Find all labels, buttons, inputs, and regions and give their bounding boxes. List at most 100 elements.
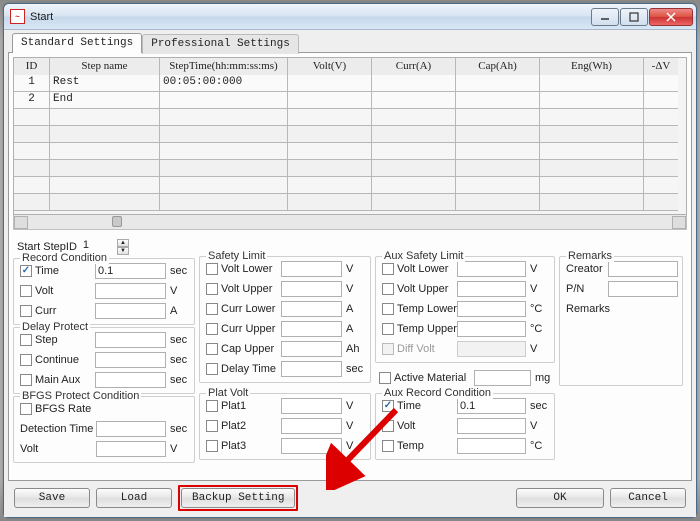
cell-dv[interactable] xyxy=(644,177,678,194)
bfgs-volt-input[interactable] xyxy=(96,441,166,457)
cell-cap[interactable] xyxy=(456,92,540,109)
cell-volt[interactable] xyxy=(288,126,372,143)
cell-time[interactable] xyxy=(160,92,288,109)
table-row[interactable]: 1Rest00:05:00:000 xyxy=(14,75,686,92)
cell-curr[interactable] xyxy=(372,126,456,143)
tab-standard-settings[interactable]: Standard Settings xyxy=(12,33,142,53)
steps-grid[interactable]: ID Step name StepTime(hh:mm:ss:ms) Volt(… xyxy=(13,57,687,215)
cell-cap[interactable] xyxy=(456,126,540,143)
cell-curr[interactable] xyxy=(372,109,456,126)
asl-tupper-input[interactable] xyxy=(457,321,526,337)
sl-vupper-checkbox[interactable] xyxy=(206,283,218,295)
cell-dv[interactable] xyxy=(644,160,678,177)
ar-time-checkbox[interactable] xyxy=(382,400,394,412)
cell-id[interactable] xyxy=(14,160,50,177)
rec-curr-input[interactable] xyxy=(95,303,166,319)
cell-curr[interactable] xyxy=(372,143,456,160)
cell-time[interactable] xyxy=(160,126,288,143)
cell-cap[interactable] xyxy=(456,160,540,177)
save-button[interactable]: Save xyxy=(14,488,90,508)
plat3-checkbox[interactable] xyxy=(206,440,218,452)
cell-volt[interactable] xyxy=(288,92,372,109)
cell-volt[interactable] xyxy=(288,160,372,177)
rec-volt-input[interactable] xyxy=(95,283,166,299)
minimize-button[interactable] xyxy=(591,8,619,26)
table-row[interactable]: 2End xyxy=(14,92,686,109)
asl-tlower-input[interactable] xyxy=(457,301,526,317)
backup-setting-button[interactable]: Backup Setting xyxy=(181,488,295,508)
plat1-input[interactable] xyxy=(281,398,342,414)
cell-dv[interactable] xyxy=(644,143,678,160)
asl-tupper-checkbox[interactable] xyxy=(382,323,394,335)
active-material-input[interactable] xyxy=(474,370,531,386)
sl-clower-checkbox[interactable] xyxy=(206,303,218,315)
cell-eng[interactable] xyxy=(540,177,644,194)
cell-id[interactable]: 1 xyxy=(14,75,50,92)
cell-dv[interactable] xyxy=(644,126,678,143)
cell-cap[interactable] xyxy=(456,177,540,194)
asl-vlower-checkbox[interactable] xyxy=(382,263,394,275)
dp-main-input[interactable] xyxy=(95,372,166,388)
ar-temp-input[interactable] xyxy=(457,438,526,454)
plat2-checkbox[interactable] xyxy=(206,420,218,432)
plat3-input[interactable] xyxy=(281,438,342,454)
sl-vlower-checkbox[interactable] xyxy=(206,263,218,275)
active-material-checkbox[interactable] xyxy=(379,372,391,384)
cell-id[interactable] xyxy=(14,109,50,126)
bfgs-detect-input[interactable] xyxy=(96,421,166,437)
cell-name[interactable] xyxy=(50,143,160,160)
spin-down-icon[interactable]: ▼ xyxy=(117,247,129,255)
ar-time-input[interactable]: 0.1 xyxy=(457,398,526,414)
cell-id[interactable] xyxy=(14,177,50,194)
creator-input[interactable] xyxy=(608,261,678,277)
cancel-button[interactable]: Cancel xyxy=(610,488,686,508)
spin-up-icon[interactable]: ▲ xyxy=(117,239,129,247)
rec-volt-checkbox[interactable] xyxy=(20,285,32,297)
cell-cap[interactable] xyxy=(456,109,540,126)
cell-curr[interactable] xyxy=(372,194,456,211)
cell-eng[interactable] xyxy=(540,143,644,160)
bfgs-rate-checkbox[interactable] xyxy=(20,403,32,415)
cell-name[interactable] xyxy=(50,126,160,143)
dp-step-input[interactable] xyxy=(95,332,166,348)
sl-cupper-input[interactable] xyxy=(281,321,342,337)
cell-volt[interactable] xyxy=(288,109,372,126)
asl-vupper-input[interactable] xyxy=(457,281,526,297)
cell-id[interactable] xyxy=(14,143,50,160)
cell-eng[interactable] xyxy=(540,194,644,211)
cell-dv[interactable] xyxy=(644,194,678,211)
cell-id[interactable]: 2 xyxy=(14,92,50,109)
plat2-input[interactable] xyxy=(281,418,342,434)
cell-cap[interactable] xyxy=(456,75,540,92)
cell-curr[interactable] xyxy=(372,160,456,177)
rec-curr-checkbox[interactable] xyxy=(20,305,32,317)
sl-vupper-input[interactable] xyxy=(281,281,342,297)
tab-professional-settings[interactable]: Professional Settings xyxy=(142,34,299,54)
cell-curr[interactable] xyxy=(372,92,456,109)
scroll-thumb[interactable] xyxy=(112,216,122,227)
maximize-button[interactable] xyxy=(620,8,648,26)
cell-eng[interactable] xyxy=(540,92,644,109)
cell-name[interactable]: Rest xyxy=(50,75,160,92)
cell-eng[interactable] xyxy=(540,109,644,126)
ar-temp-checkbox[interactable] xyxy=(382,440,394,452)
sl-capupper-checkbox[interactable] xyxy=(206,343,218,355)
dp-step-checkbox[interactable] xyxy=(20,334,32,346)
sl-capupper-input[interactable] xyxy=(281,341,342,357)
sl-delay-checkbox[interactable] xyxy=(206,363,218,375)
sl-delay-input[interactable] xyxy=(281,361,342,377)
sl-clower-input[interactable] xyxy=(281,301,342,317)
table-row[interactable] xyxy=(14,143,686,160)
cell-name[interactable]: End xyxy=(50,92,160,109)
ok-button[interactable]: OK xyxy=(516,488,604,508)
cell-time[interactable] xyxy=(160,143,288,160)
dp-main-checkbox[interactable] xyxy=(20,374,32,386)
cell-eng[interactable] xyxy=(540,160,644,177)
table-row[interactable] xyxy=(14,177,686,194)
ar-volt-input[interactable] xyxy=(457,418,526,434)
cell-volt[interactable] xyxy=(288,177,372,194)
load-button[interactable]: Load xyxy=(96,488,172,508)
table-row[interactable] xyxy=(14,109,686,126)
sl-cupper-checkbox[interactable] xyxy=(206,323,218,335)
sl-vlower-input[interactable] xyxy=(281,261,342,277)
